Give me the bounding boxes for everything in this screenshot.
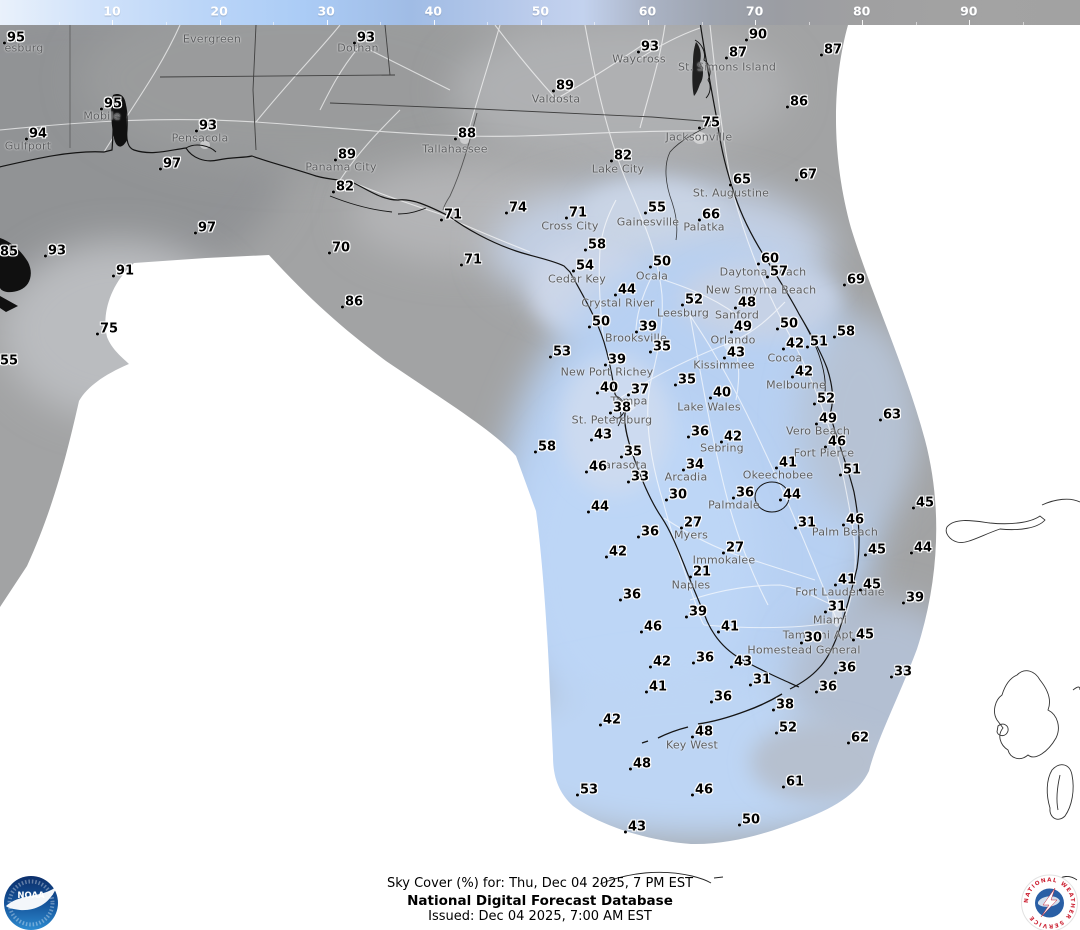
colorbar-tick [273,22,274,25]
colorbar-tick [487,22,488,25]
colorbar-tick [220,20,221,25]
colorbar-label: 60 [639,4,656,19]
colorbar-tick [702,22,703,25]
colorbar-tick [594,22,595,25]
colorbar-label: 90 [960,4,977,19]
colorbar-tick [434,20,435,25]
cloud-patch [450,20,790,160]
forecast-valid-time: Sky Cover (%) for: Thu, Dec 04 2025, 7 P… [0,876,1080,891]
ndfd-sky-cover-map: NOAA NATIONAL WEATHER SERVICE 10 20 30 40 50… [0,0,1080,930]
issued-time: Issued: Dec 04 2025, 7:00 AM EST [0,909,1080,924]
colorbar-tick [755,20,756,25]
colorbar-label: 20 [210,4,227,19]
colorbar-label: 10 [103,4,120,19]
colorbar-tick [541,20,542,25]
map-graphic: NOAA NATIONAL WEATHER SERVICE [0,0,1080,930]
sky-cover-colorbar: 10 20 30 40 50 60 70 80 90 [0,0,1080,25]
colorbar-label: 30 [317,4,334,19]
colorbar-tick [862,20,863,25]
footer: Sky Cover (%) for: Thu, Dec 04 2025, 7 P… [0,860,1080,930]
colorbar-label: 80 [853,4,870,19]
colorbar-label: 40 [425,4,442,19]
colorbar-tick [648,20,649,25]
colorbar-tick [809,22,810,25]
colorbar-tick [380,22,381,25]
colorbar-label: 50 [532,4,549,19]
database-title: National Digital Forecast Database [0,893,1080,909]
colorbar-tick [112,20,113,25]
colorbar-tick [916,22,917,25]
colorbar-tick [327,20,328,25]
colorbar-tick [166,22,167,25]
colorbar-tick [1023,22,1024,25]
colorbar-label: 70 [746,4,763,19]
colorbar-tick [969,20,970,25]
colorbar-tick [59,22,60,25]
sky-patch [560,355,670,495]
